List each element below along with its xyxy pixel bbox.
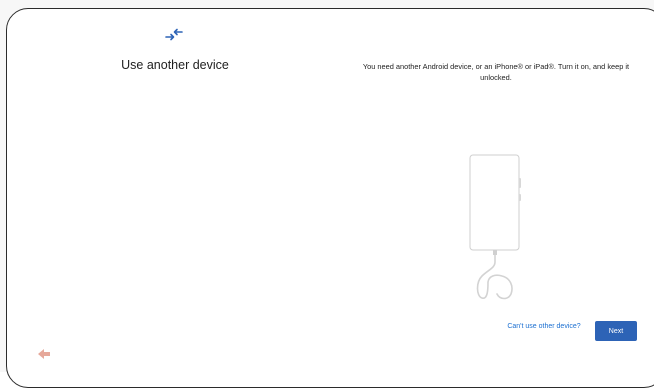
back-arrow-icon[interactable] xyxy=(36,347,52,361)
page-title: Use another device xyxy=(121,58,229,72)
data-transfer-arrows-icon xyxy=(165,28,183,41)
phone-with-cable-illustration xyxy=(469,154,521,300)
display-frame: Use another device You need another Andr… xyxy=(0,0,654,388)
instruction-text: You need another Android device, or an i… xyxy=(362,62,630,82)
next-button[interactable]: Next xyxy=(595,321,637,341)
cant-use-other-device-link[interactable]: Can't use other device? xyxy=(498,323,590,330)
